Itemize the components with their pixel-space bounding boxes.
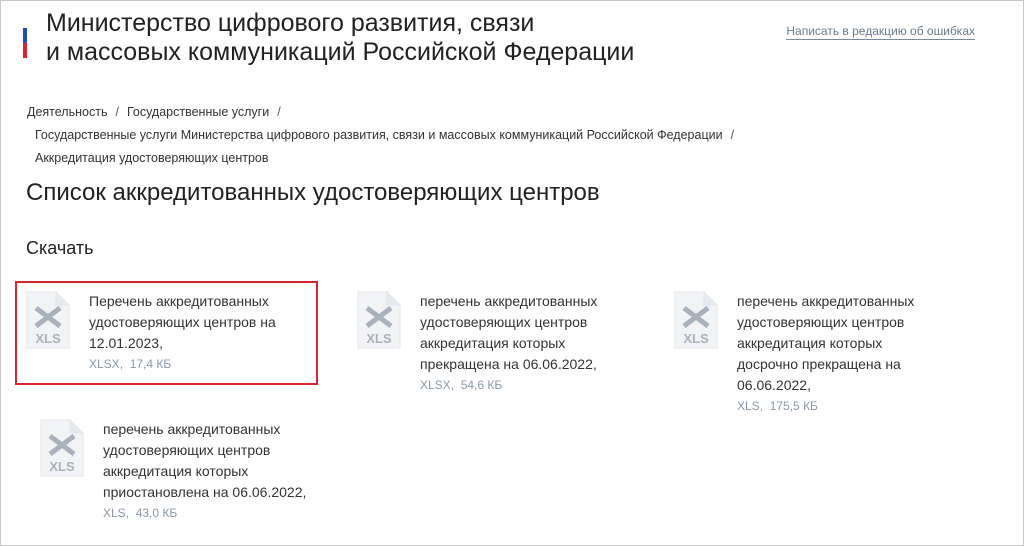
file-name: перечень аккредитованных удостоверяющих … (737, 293, 915, 393)
file-text-3: перечень аккредитованных удостоверяющих … (737, 291, 947, 416)
file-icon-label: XLS (49, 459, 75, 474)
file-format: XLSX (89, 357, 120, 371)
breadcrumb-row-1: Деятельность / Государственные услуги / (27, 101, 742, 124)
file-format: XLSX (420, 378, 451, 392)
flag-logo-icon (23, 13, 27, 59)
file-icon-label: XLS (683, 331, 709, 346)
xls-file-icon: XLS (674, 291, 718, 349)
file-size: 54,6 КБ (460, 378, 503, 392)
breadcrumb: Деятельность / Государственные услуги / Гос… (27, 101, 742, 170)
site-title-line-2: и массовых коммуникаций Российской Федер… (46, 38, 635, 66)
file-text-2: перечень аккредитованных удостоверяющих … (420, 291, 630, 395)
file-name: Перечень аккредитованных удостоверяющих … (89, 293, 276, 351)
site-title[interactable]: Министерство цифрового развития, связи и… (46, 9, 634, 67)
breadcrumb-item-public-services[interactable]: Государственные услуги (127, 105, 269, 119)
download-section-title: Скачать (26, 238, 94, 258)
breadcrumb-item-activity[interactable]: Деятельность (27, 105, 107, 119)
site-title-line-1: Министерство цифрового развития, связи (46, 9, 535, 37)
breadcrumb-separator: / (730, 128, 735, 142)
file-meta: XLS, 43,0 КБ (103, 506, 178, 520)
file-format: XLS (737, 399, 760, 413)
xls-file-icon: XLS (357, 291, 401, 349)
file-name: перечень аккредитованных удостоверяющих … (103, 421, 307, 500)
report-error-link[interactable]: Написать в редакцию об ошибках (786, 24, 975, 40)
breadcrumb-row-2: Государственные услуги Министерства цифр… (27, 124, 742, 147)
file-name: перечень аккредитованных удостоверяющих … (420, 293, 598, 372)
file-format: XLS (103, 506, 126, 520)
page-frame: Министерство цифрового развития, связи и… (0, 0, 1024, 546)
file-size: 17,4 КБ (129, 357, 172, 371)
xls-file-icon: XLS (40, 419, 84, 477)
file-meta: XLS, 175,5 КБ (737, 399, 818, 413)
breadcrumb-item-ministry-services[interactable]: Государственные услуги Министерства цифр… (35, 128, 723, 142)
breadcrumb-separator: / (277, 105, 281, 119)
file-text-4: перечень аккредитованных удостоверяющих … (103, 419, 308, 523)
breadcrumb-row-3: Аккредитация удостоверяющих центров (27, 147, 742, 170)
file-meta: XLSX, 54,6 КБ (420, 378, 503, 392)
breadcrumb-item-current: Аккредитация удостоверяющих центров (35, 151, 269, 165)
file-size: 43,0 КБ (135, 506, 178, 520)
file-icon-label: XLS (366, 331, 392, 346)
breadcrumb-separator: / (115, 105, 119, 119)
file-text-1: Перечень аккредитованных удостоверяющих … (89, 291, 329, 374)
file-icon-label: XLS (35, 331, 61, 346)
file-meta: XLSX, 17,4 КБ (89, 357, 172, 371)
xls-file-icon: XLS (26, 291, 70, 349)
page-title: Список аккредитованных удостоверяющих це… (26, 179, 600, 206)
file-size: 175,5 КБ (769, 399, 818, 413)
